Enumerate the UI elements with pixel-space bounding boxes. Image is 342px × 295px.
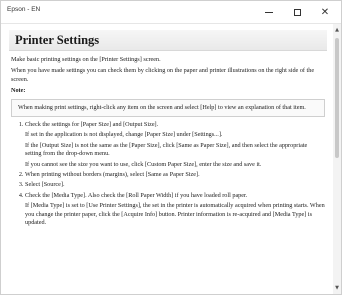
help-body: Make basic printing settings on the [Pri… [1,56,335,228]
step-subtext: If set in the application is not display… [25,131,223,139]
minimize-button[interactable] [255,1,283,23]
note-box: When making print settings, right-click … [11,98,325,118]
page-title: Printer Settings [15,33,100,47]
step-item: Select [Source]. [25,181,325,189]
step-subtext: If the [Output Size] is not the same as … [25,141,308,158]
steps-list: Check the settings for [Paper Size] and … [11,121,325,227]
intro-text-2: When you have made settings you can chec… [11,67,315,83]
vertical-scrollbar[interactable]: ▲ ▼ [333,24,341,294]
step-text: Check the settings for [Paper Size] and … [25,121,159,129]
maximize-button[interactable] [283,1,311,23]
intro-text: Make basic printing settings on the [Pri… [11,56,161,63]
scroll-down-arrow-icon[interactable]: ▼ [333,284,341,292]
step-item: Check the settings for [Paper Size] and … [25,121,325,169]
title-bar[interactable]: Epson - EN ✕ [1,1,341,24]
step-item: When printing without borders (margins),… [25,171,325,179]
step-item: Check the [Media Type]. Also check the [… [25,192,325,228]
note-label: Note: [11,87,26,95]
step-text: Check the [Media Type]. Also check the [… [25,191,248,199]
help-window: Epson - EN ✕ Printer Settings Make basic… [0,0,342,295]
step-subtext: If you cannot see the size you want to u… [25,160,262,168]
minimize-icon [265,11,273,13]
maximize-icon [293,8,301,16]
step-subtext: If [Media Type] is set to [Use Printer S… [25,202,325,227]
close-icon: ✕ [320,6,330,18]
note-text: When making print settings, right-click … [18,103,306,111]
scroll-up-arrow-icon[interactable]: ▲ [333,26,341,34]
close-button[interactable]: ✕ [311,1,339,23]
window-title: Epson - EN [7,6,41,13]
step-text: Select [Source]. [25,181,65,189]
scrollbar-thumb[interactable] [335,38,339,158]
heading-bar: Printer Settings [9,30,327,51]
help-content: Printer Settings Make basic printing set… [1,24,335,294]
step-text: When printing without borders (margins),… [25,171,200,179]
